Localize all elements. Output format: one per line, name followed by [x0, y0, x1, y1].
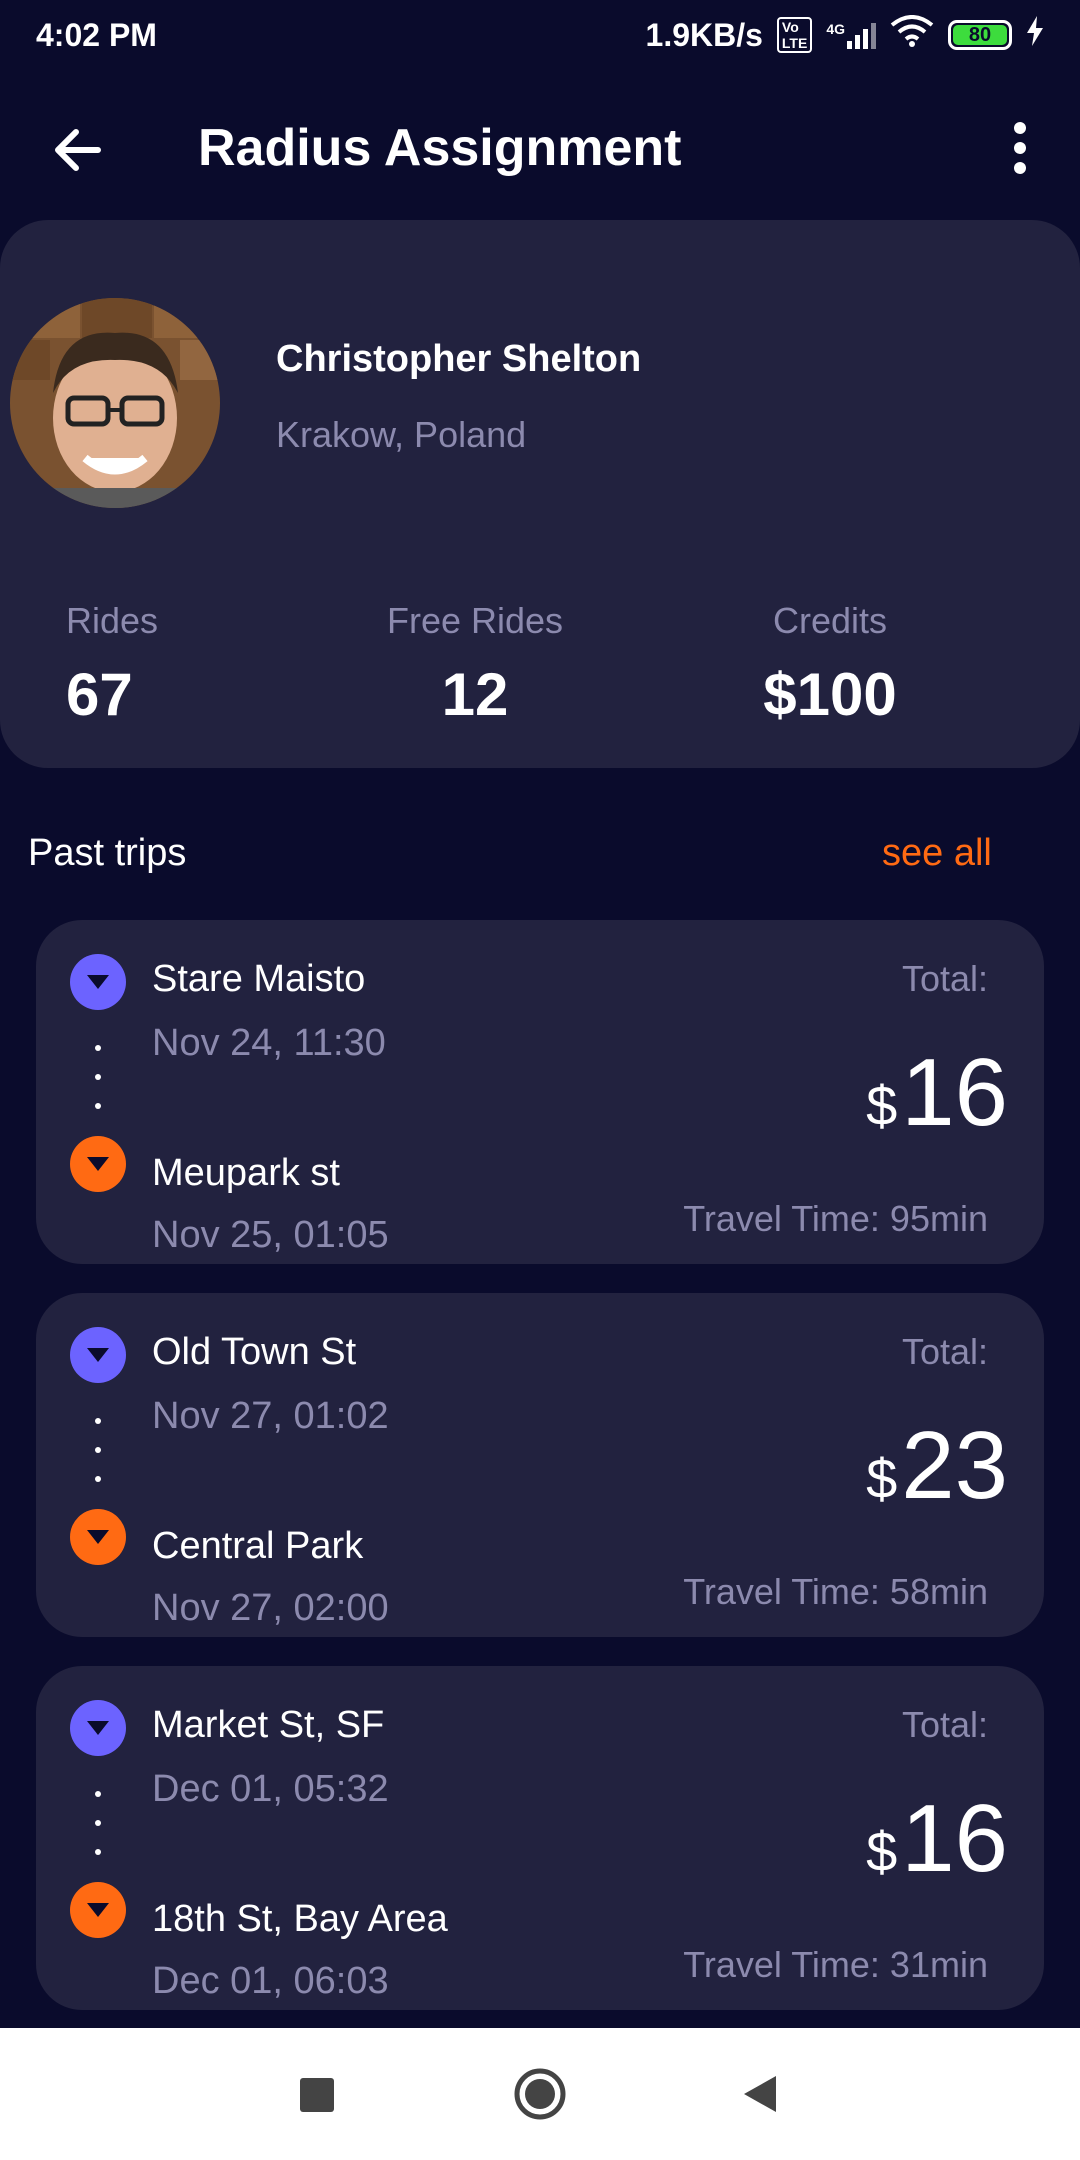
trip-destination-time: Nov 25, 01:05	[152, 1214, 389, 1256]
trip-origin-time: Dec 01, 05:32	[152, 1768, 389, 1810]
dropoff-pin-icon	[70, 1509, 126, 1565]
travel-time: Travel Time: 58min	[683, 1571, 988, 1612]
travel-time: Travel Time: 31min	[683, 1944, 988, 1985]
route-dots-icon	[95, 1418, 101, 1482]
trip-price: $ 16	[866, 1784, 1008, 1894]
profile-location: Krakow, Poland	[276, 414, 527, 455]
trip-card[interactable]: Stare Maisto Nov 24, 11:30 Meupark st No…	[36, 920, 1044, 1264]
recent-apps-icon	[300, 2078, 334, 2112]
route-dots-icon	[95, 1045, 101, 1109]
home-icon	[514, 2068, 566, 2120]
trip-destination-time: Nov 27, 02:00	[152, 1587, 389, 1629]
app-header: Radius Assignment	[0, 90, 1080, 200]
avatar[interactable]	[10, 298, 220, 508]
price-amount: 16	[901, 1039, 1008, 1146]
trip-price: $ 23	[866, 1411, 1008, 1521]
network-type: 4G	[826, 21, 845, 37]
back-button[interactable]	[48, 120, 108, 180]
trip-origin-time: Nov 24, 11:30	[152, 1022, 386, 1064]
trip-destination-time: Dec 01, 06:03	[152, 1960, 389, 2002]
arrow-left-icon	[55, 129, 101, 171]
recent-apps-button[interactable]	[284, 2062, 348, 2126]
stat-value: 12	[441, 661, 509, 728]
dropoff-pin-icon	[70, 1136, 126, 1192]
price-amount: 23	[901, 1412, 1008, 1519]
route-dots-icon	[95, 1791, 101, 1855]
trip-origin: Market St, SF	[152, 1704, 385, 1746]
stat-label: Rides	[66, 600, 159, 641]
status-icons: 1.9KB/s Vo LTE 4G 80	[646, 15, 1044, 55]
profile-card: Christopher Shelton Krakow, Poland Rides…	[0, 220, 1080, 768]
status-time: 4:02 PM	[36, 16, 157, 53]
trip-destination: Central Park	[152, 1525, 364, 1567]
stat-free-rides: Free Rides 12	[382, 600, 568, 729]
pickup-pin-icon	[70, 1327, 126, 1383]
trip-origin: Stare Maisto	[152, 958, 366, 1000]
profile-name: Christopher Shelton	[276, 338, 642, 380]
section-title: Past trips	[28, 832, 187, 874]
network-speed: 1.9KB/s	[645, 16, 763, 53]
stat-label: Credits	[772, 600, 888, 641]
total-label: Total:	[901, 958, 988, 999]
see-all-link[interactable]: see all	[882, 832, 992, 875]
battery-level: 80	[953, 24, 1007, 46]
pickup-pin-icon	[70, 954, 126, 1010]
trip-destination: Meupark st	[152, 1152, 340, 1194]
trip-origin-time: Nov 27, 01:02	[152, 1395, 389, 1437]
currency-symbol: $	[866, 1447, 898, 1510]
nav-back-button[interactable]	[730, 2062, 794, 2126]
total-label: Total:	[901, 1331, 988, 1372]
total-label: Total:	[901, 1704, 988, 1745]
trip-origin: Old Town St	[152, 1331, 357, 1373]
trip-card[interactable]: Old Town St Nov 27, 01:02 Central Park N…	[36, 1293, 1044, 1637]
dropoff-pin-icon	[70, 1882, 126, 1938]
trip-card[interactable]: Market St, SF Dec 01, 05:32 18th St, Bay…	[36, 1666, 1044, 2010]
more-options-button[interactable]	[1000, 118, 1040, 178]
battery-icon: 80	[948, 20, 1012, 50]
price-amount: 16	[901, 1785, 1008, 1892]
trip-destination: 18th St, Bay Area	[152, 1898, 448, 1940]
status-bar: 4:02 PM 1.9KB/s Vo LTE 4G 80	[0, 0, 1080, 70]
stat-rides: Rides 67	[66, 600, 158, 729]
wifi-icon	[890, 15, 934, 55]
more-vertical-icon	[1014, 122, 1026, 174]
signal-icon: 4G	[826, 21, 876, 49]
stat-credits: Credits $100	[752, 600, 908, 729]
avatar-image	[10, 298, 220, 508]
page-title: Radius Assignment	[198, 119, 682, 177]
stat-label: Free Rides	[386, 600, 564, 641]
volte-icon: Vo LTE	[776, 17, 813, 53]
pickup-pin-icon	[70, 1700, 126, 1756]
trip-price: $ 16	[866, 1038, 1008, 1148]
stat-value: 67	[66, 661, 133, 728]
charging-icon	[1026, 16, 1044, 54]
system-nav-bar	[0, 2028, 1080, 2160]
travel-time: Travel Time: 95min	[683, 1198, 988, 1239]
stat-value: $100	[763, 661, 897, 728]
currency-symbol: $	[866, 1074, 898, 1137]
currency-symbol: $	[866, 1820, 898, 1883]
home-button[interactable]	[508, 2062, 572, 2126]
back-icon	[744, 2076, 776, 2112]
